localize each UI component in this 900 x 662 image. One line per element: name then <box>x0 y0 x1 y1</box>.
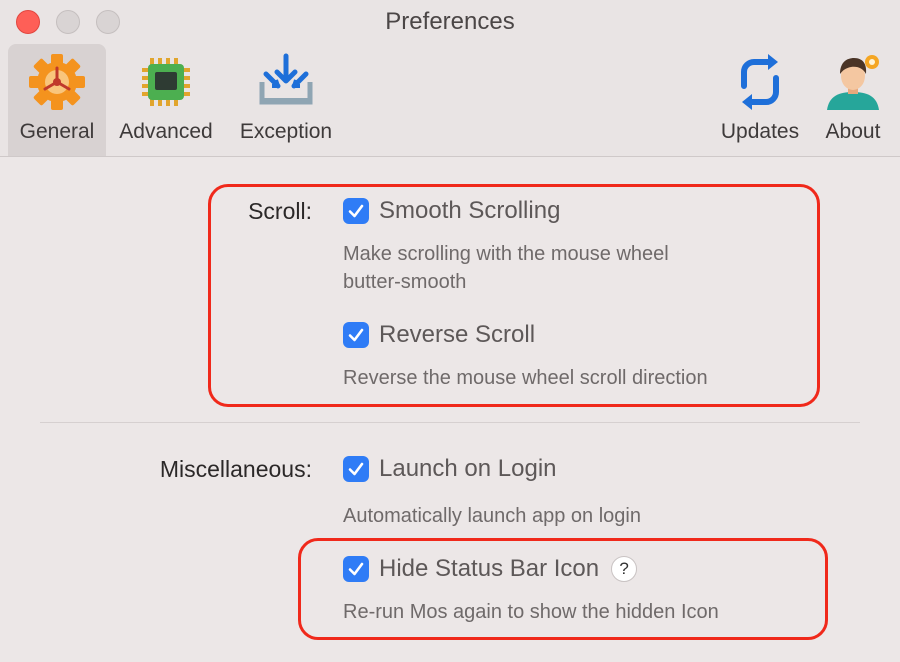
tab-exception[interactable]: Exception <box>226 44 346 156</box>
reverse-scroll-checkbox[interactable] <box>343 322 369 348</box>
hide-status-bar-icon-description: Re-run Mos again to show the hidden Icon <box>343 601 719 623</box>
tab-general[interactable]: General <box>8 44 106 156</box>
launch-on-login-row[interactable]: Launch on Login <box>343 455 557 483</box>
tab-advanced-label: Advanced <box>119 120 213 143</box>
smooth-scrolling-checkbox[interactable] <box>343 198 369 224</box>
sync-icon <box>741 54 779 110</box>
reverse-scroll-description: Reverse the mouse wheel scroll direction <box>343 367 708 389</box>
smooth-scrolling-row[interactable]: Smooth Scrolling <box>343 197 560 225</box>
smooth-scrolling-label: Smooth Scrolling <box>379 197 561 224</box>
person-icon <box>827 55 879 110</box>
preferences-window: Preferences General Advanced Exception U… <box>0 0 900 662</box>
scroll-section-label: Scroll: <box>248 198 312 224</box>
hide-status-bar-icon-row[interactable]: Hide Status Bar Icon ? <box>343 555 638 583</box>
chip-icon <box>142 58 190 106</box>
reverse-scroll-label: Reverse Scroll <box>379 321 536 348</box>
checkmark-icon <box>348 562 364 576</box>
misc-section-label: Miscellaneous: <box>159 456 312 482</box>
title-bar: Preferences General Advanced Exception U… <box>0 0 900 157</box>
launch-on-login-checkbox[interactable] <box>343 456 369 482</box>
inbox-download-icon <box>259 53 313 105</box>
hide-status-bar-icon-checkbox[interactable] <box>343 556 369 582</box>
tab-updates-label: Updates <box>720 120 800 143</box>
window-title: Preferences <box>385 8 515 35</box>
launch-on-login-label: Launch on Login <box>379 455 557 482</box>
help-button[interactable]: ? <box>611 556 638 582</box>
section-divider <box>40 422 860 423</box>
checkmark-icon <box>348 204 364 218</box>
tab-updates[interactable]: Updates <box>710 44 810 156</box>
tab-general-label: General <box>19 120 95 143</box>
checkmark-icon <box>348 328 364 342</box>
hide-status-bar-icon-label: Hide Status Bar Icon <box>379 555 600 582</box>
launch-on-login-description: Automatically launch app on login <box>343 505 641 527</box>
smooth-scrolling-desc-line2: butter-smooth <box>343 271 467 293</box>
gear-icon <box>29 54 85 110</box>
tab-about-label: About <box>825 120 881 143</box>
tab-about[interactable]: About <box>812 44 894 156</box>
smooth-scrolling-desc-line1: Make scrolling with the mouse wheel <box>343 243 669 265</box>
reverse-scroll-row[interactable]: Reverse Scroll <box>343 321 535 349</box>
checkmark-icon <box>348 462 364 476</box>
smooth-scrolling-description: Make scrolling with the mouse wheel butt… <box>343 240 669 296</box>
tab-exception-label: Exception <box>239 120 333 143</box>
tab-advanced[interactable]: Advanced <box>108 44 224 156</box>
